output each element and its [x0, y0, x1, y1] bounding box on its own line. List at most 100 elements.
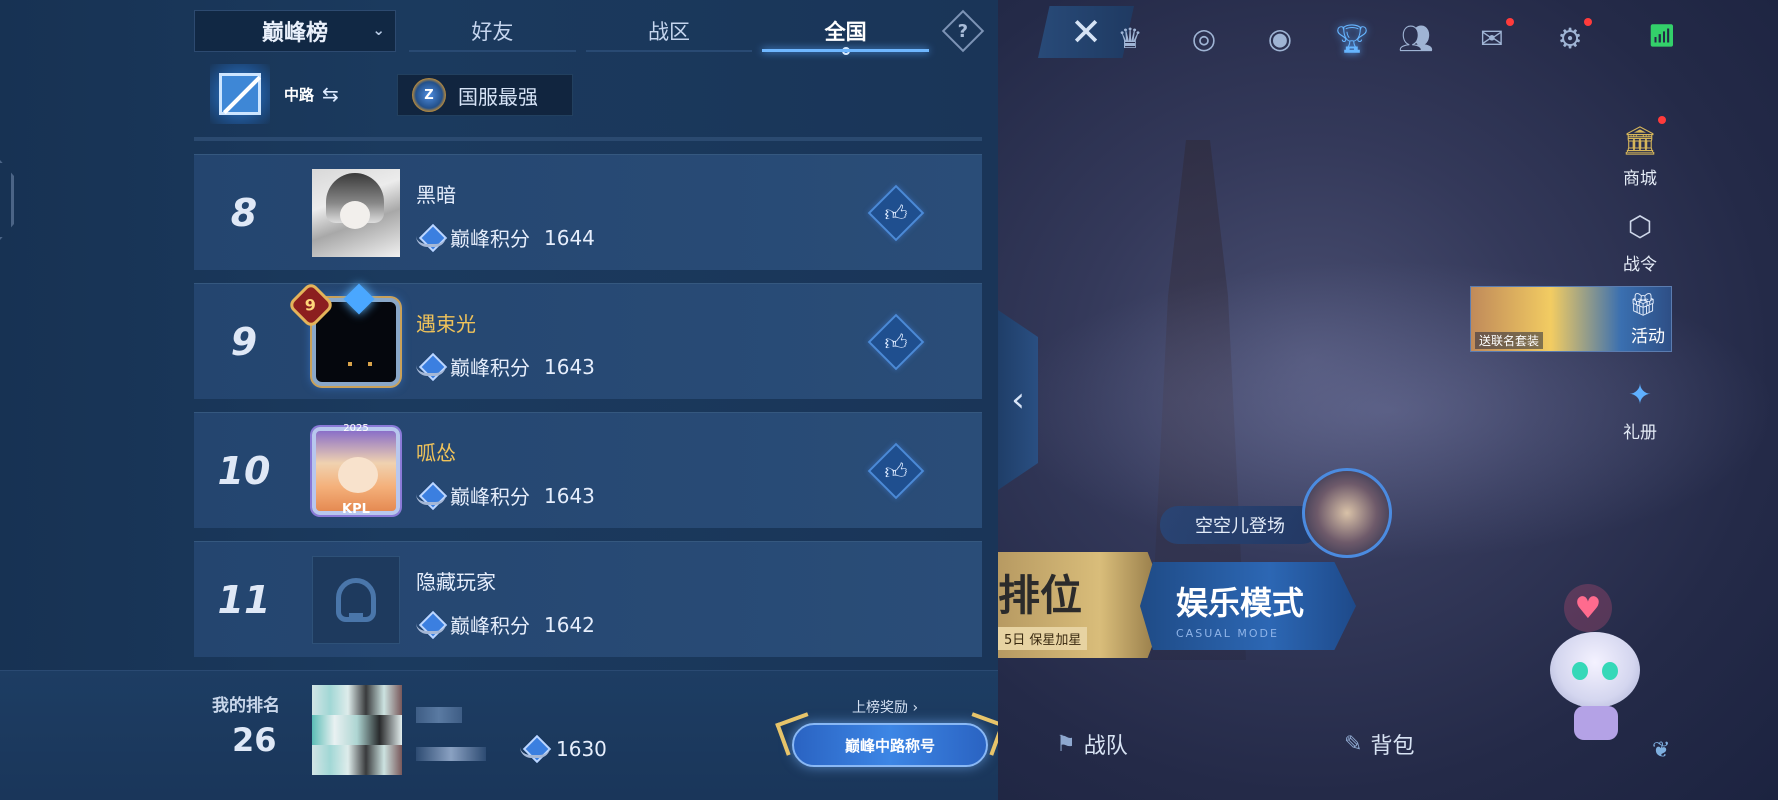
leaf-icon[interactable]: ❦ [1652, 738, 1670, 763]
region-label: 国服最强 [458, 84, 538, 109]
player-avatar[interactable] [312, 169, 400, 257]
peak-score-icon [416, 356, 446, 378]
mask-icon [336, 578, 376, 622]
friends-icon[interactable]: 👥︎ [1396, 18, 1436, 58]
peak-score-icon [520, 738, 550, 760]
collapse-panel-button[interactable]: ‹ [998, 310, 1038, 490]
swap-icon[interactable]: ⇆ [322, 82, 339, 106]
score-value: 1644 [544, 225, 595, 250]
hero-announcement[interactable]: 空空儿登场 [1160, 506, 1320, 544]
crown-icon[interactable]: ♛ [1110, 18, 1150, 58]
team-icon: ⚑ [1056, 731, 1076, 757]
mail-icon[interactable]: ✉ [1472, 18, 1514, 58]
my-score: 1630 [520, 737, 607, 761]
settings-icon[interactable]: ⚙ [1550, 18, 1592, 58]
ranking-reward-link[interactable]: 上榜奖励 › [852, 697, 918, 717]
tab-friends-label: 好友 [471, 20, 514, 44]
lobby-top-bar: ✕ ♛ ◎ ◉ 🏆︎ 👥︎ ✉ ⚙ 📶︎ [998, 0, 1778, 90]
my-name-redacted [416, 747, 486, 761]
rank-number: 11 [217, 578, 271, 622]
score-label: 巅峰积分 [450, 485, 530, 509]
panel-edge-decoration [0, 160, 14, 240]
my-name-redacted [416, 707, 462, 723]
side-menu-shop[interactable]: 🏛︎ 商城 [1610, 116, 1670, 189]
hero-portrait[interactable] [1302, 468, 1392, 558]
frame-year: 2025 [343, 423, 369, 434]
close-icon: ✕ [1070, 10, 1102, 54]
leaderboard-row[interactable]: 11 隐藏玩家 巅峰积分 1642 [194, 541, 982, 657]
player-avatar[interactable]: 9 [286, 280, 400, 386]
help-icon: ? [957, 20, 969, 42]
casual-mode-title: 娱乐模式 [1176, 584, 1305, 622]
rank-badge-icon: Z [412, 78, 446, 112]
region-filter-button[interactable]: Z 国服最强 [397, 74, 573, 116]
scope-tabs: 好友 战区 全国 [404, 10, 934, 55]
thumbs-up-icon: 👍︎ [884, 330, 908, 356]
score-value: 1643 [544, 483, 595, 508]
player-name: 隐藏玩家 [416, 570, 496, 594]
tab-war-zone[interactable]: 战区 [581, 10, 758, 52]
heart-icon[interactable]: ♥ [1564, 584, 1612, 632]
player-score: 巅峰积分 1643 [416, 481, 595, 510]
bag-icon: ✎ [1344, 731, 1363, 757]
hidden-player-avatar [312, 556, 400, 644]
like-button[interactable]: 👍︎ [867, 442, 925, 500]
mid-lane-icon [210, 64, 270, 124]
battlepass-icon: ⬡ [1627, 209, 1653, 243]
gift-book-icon: ✦ [1628, 377, 1652, 411]
eye-icon[interactable]: ◉ [1260, 18, 1300, 58]
casual-mode-button[interactable]: 娱乐模式 CASUAL MODE [1140, 562, 1356, 650]
peak-score-icon [416, 614, 446, 636]
event-banner[interactable]: 🎁︎ 送联名套装 活动 [1470, 286, 1672, 352]
player-name: 呱怂 [416, 441, 456, 465]
notification-dot [1506, 18, 1514, 26]
target-icon[interactable]: ◎ [1184, 18, 1224, 58]
tab-national[interactable]: 全国 [757, 10, 934, 55]
help-button[interactable]: ? [941, 9, 985, 53]
score-value: 1642 [544, 612, 595, 637]
like-button[interactable]: 👍︎ [867, 184, 925, 242]
player-name: 黑暗 [416, 183, 456, 207]
my-rank-value: 26 [232, 721, 277, 759]
trophy-icon[interactable]: 🏆︎ [1332, 18, 1372, 58]
nav-bag-label: 背包 [1370, 734, 1415, 759]
list-divider [194, 137, 982, 141]
leaderboard-row[interactable]: 10 2025 KPL 呱怂 巅峰积分 1643 👍︎ [194, 412, 982, 528]
tab-friends[interactable]: 好友 [404, 10, 581, 52]
player-score: 巅峰积分 1644 [416, 223, 595, 252]
kpl-frame-label: KPL [342, 502, 370, 517]
nav-bag[interactable]: ✎ 背包 [1344, 728, 1414, 760]
title-badge-button[interactable]: 巅峰中路称号 [792, 723, 988, 767]
peak-score-icon [416, 227, 446, 249]
lane-label: 中路 [284, 86, 315, 104]
leaderboard-type-dropdown[interactable]: 巅峰榜 ⌄ [194, 10, 396, 52]
leaderboard-row[interactable]: 9 9 遇束光 巅峰积分 1643 👍︎ [194, 280, 982, 399]
mascot-character[interactable] [1544, 632, 1644, 742]
score-label: 巅峰积分 [450, 356, 530, 380]
score-value: 1643 [544, 354, 595, 379]
like-button[interactable]: 👍︎ [867, 313, 925, 371]
thumbs-up-icon: 👍︎ [884, 459, 908, 485]
side-menu-battlepass[interactable]: ⬡ 战令 [1610, 204, 1670, 276]
level-badge: 9 [286, 280, 336, 330]
event-caption: 送联名套装 [1475, 332, 1544, 349]
player-avatar[interactable]: 2025 KPL [312, 423, 400, 517]
peak-score-icon [416, 485, 446, 507]
rank-number: 8 [230, 191, 258, 235]
leaderboard-row[interactable]: 8 黑暗 巅峰积分 1644 👍︎ [194, 154, 982, 270]
my-rank-label: 我的排名 [212, 696, 280, 716]
wifi-icon: 📶︎ [1648, 24, 1676, 49]
notification-dot [1658, 116, 1666, 124]
my-rank-bar: 我的排名 26 1630 上榜奖励 › 巅峰中路称号 [0, 670, 998, 800]
my-avatar[interactable] [312, 685, 402, 775]
thumbs-up-icon: 👍︎ [884, 201, 908, 227]
player-name: 遇束光 [416, 312, 476, 336]
nav-team[interactable]: ⚑ 战队 [1056, 728, 1128, 760]
side-menu-label: 战令 [1623, 255, 1657, 275]
tab-war-zone-label: 战区 [648, 20, 690, 44]
ranked-mode-title: 排位 [998, 571, 1083, 620]
chevron-down-icon: ⌄ [372, 21, 385, 39]
side-menu-label: 礼册 [1623, 423, 1657, 443]
nav-team-label: 战队 [1083, 734, 1128, 759]
side-menu-gift-book[interactable]: ✦ 礼册 [1610, 372, 1670, 444]
